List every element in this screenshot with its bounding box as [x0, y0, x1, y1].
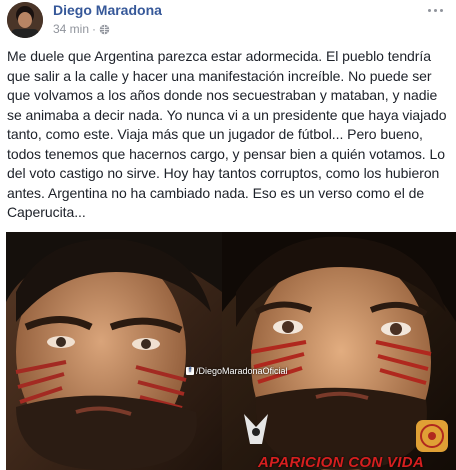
facebook-post: Diego Maradona 34 min · Me duele que Arg… [0, 0, 456, 470]
image-caption: APARICION CON VIDA [258, 454, 424, 470]
globe-icon [99, 24, 110, 34]
post-header: Diego Maradona 34 min · [0, 0, 456, 44]
author-avatar[interactable] [7, 2, 43, 38]
image-watermark: f /DiegoMaradonaOficial [186, 366, 288, 376]
more-options-icon[interactable] [423, 1, 447, 19]
post-meta: 34 min · [53, 22, 110, 36]
watermark-text: /DiegoMaradonaOficial [196, 366, 288, 376]
meta-separator: · [92, 22, 97, 36]
post-timestamp[interactable]: 34 min [53, 22, 89, 36]
post-text: Me duele que Argentina parezca estar ado… [7, 48, 447, 220]
post-image-artwork [6, 232, 456, 470]
author-name[interactable]: Diego Maradona [53, 2, 162, 18]
seal-icon [416, 420, 448, 452]
facebook-icon: f [186, 367, 194, 375]
post-image[interactable]: f /DiegoMaradonaOficial APARICION CON VI… [6, 232, 456, 470]
